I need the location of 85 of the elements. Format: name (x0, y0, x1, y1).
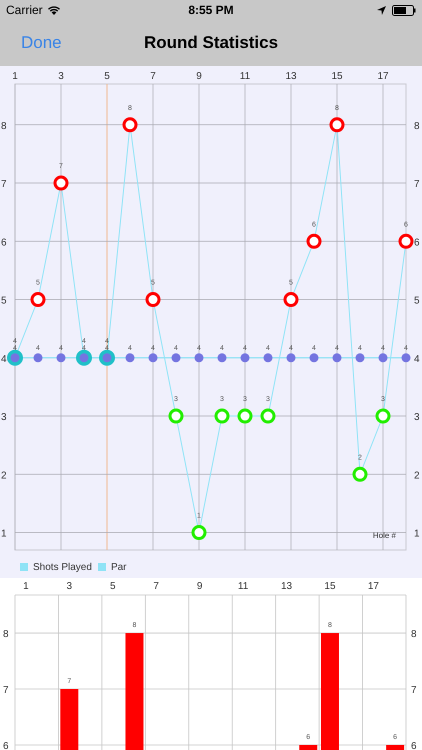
screen-title: Round Statistics (144, 33, 278, 53)
bar (386, 744, 404, 750)
axis-label: 3 (58, 71, 64, 82)
bar (60, 689, 78, 750)
axis-label: 2 (414, 470, 420, 482)
axis-label: 8 (411, 629, 417, 640)
data-point (402, 353, 410, 362)
axis-label: 9 (196, 71, 202, 82)
data-point (330, 117, 344, 132)
data-point (192, 525, 206, 540)
axis-label: 7 (153, 581, 159, 592)
clock-time: 8:55 PM (188, 3, 234, 17)
data-point (218, 353, 226, 362)
data-point (352, 466, 368, 482)
data-point (306, 234, 322, 249)
data-point (172, 353, 180, 362)
battery-icon (392, 4, 416, 16)
data-point (286, 353, 296, 362)
wifi-icon (46, 5, 61, 15)
data-point (126, 353, 134, 362)
data-point (214, 408, 230, 424)
axis-label: 6 (411, 740, 417, 750)
axis-label: 5 (414, 296, 420, 307)
axis-title: Hole # (372, 531, 396, 540)
bar (299, 744, 318, 750)
data-point (376, 408, 390, 424)
axis-label: 3 (414, 412, 420, 424)
data-point (260, 408, 276, 424)
data-point (238, 408, 252, 424)
axis-label: 1 (1, 528, 7, 540)
done-button[interactable]: Done (21, 33, 62, 53)
axis-label: 15 (324, 581, 336, 592)
axis-label: 7 (411, 685, 417, 696)
axis-label: 1 (12, 71, 18, 82)
data-point (194, 353, 204, 362)
data-point (34, 353, 42, 362)
axis-label: 8 (414, 120, 420, 132)
axis-label: 11 (240, 71, 250, 82)
axis-label: 4 (414, 354, 420, 365)
axis-label: 7 (414, 179, 420, 190)
axis-label: 5 (104, 71, 110, 82)
carrier-label: Carrier (6, 3, 43, 17)
data-point (56, 353, 66, 362)
axis-label: 13 (285, 71, 297, 82)
axis-label: 9 (196, 581, 202, 592)
axis-label: 3 (66, 581, 72, 592)
data-point (122, 117, 138, 132)
legend-label: Shots Played (33, 562, 92, 572)
axis-label: 7 (3, 685, 9, 696)
axis-label: 5 (110, 581, 116, 592)
axis-label: 17 (377, 71, 389, 82)
axis-label: 7 (150, 71, 156, 82)
legend-label: Par (110, 562, 126, 572)
axis-label: 13 (280, 581, 292, 592)
legend-swatch (20, 563, 28, 571)
axis-label: 2 (1, 470, 7, 482)
axis-label: 15 (331, 71, 343, 82)
data-point (146, 292, 160, 308)
axis-label: 8 (3, 629, 9, 640)
axis-label: 6 (3, 740, 9, 750)
axis-label: 4 (1, 354, 7, 365)
location-icon (377, 6, 386, 14)
axis-label: 17 (368, 581, 379, 592)
axis-label: 7 (1, 179, 7, 190)
data-point (240, 353, 250, 362)
axis-label: 1 (23, 581, 29, 592)
data-point (54, 176, 68, 191)
data-point (148, 353, 158, 362)
axis-label: 5 (1, 296, 7, 307)
data-point (284, 292, 298, 308)
axis-label: 6 (1, 237, 7, 248)
data-point (398, 234, 414, 249)
legend-swatch (98, 563, 106, 571)
axis-label: 8 (1, 120, 7, 132)
axis-label: 3 (1, 412, 7, 424)
data-point (332, 353, 342, 362)
data-point (378, 353, 388, 362)
axis-label: 6 (414, 237, 420, 248)
data-point (356, 353, 364, 362)
data-point (168, 408, 184, 424)
data-point (264, 353, 272, 362)
axis-label: 1 (414, 528, 420, 540)
axis-label: 11 (238, 581, 248, 592)
data-point (310, 353, 318, 362)
data-point (30, 292, 46, 308)
